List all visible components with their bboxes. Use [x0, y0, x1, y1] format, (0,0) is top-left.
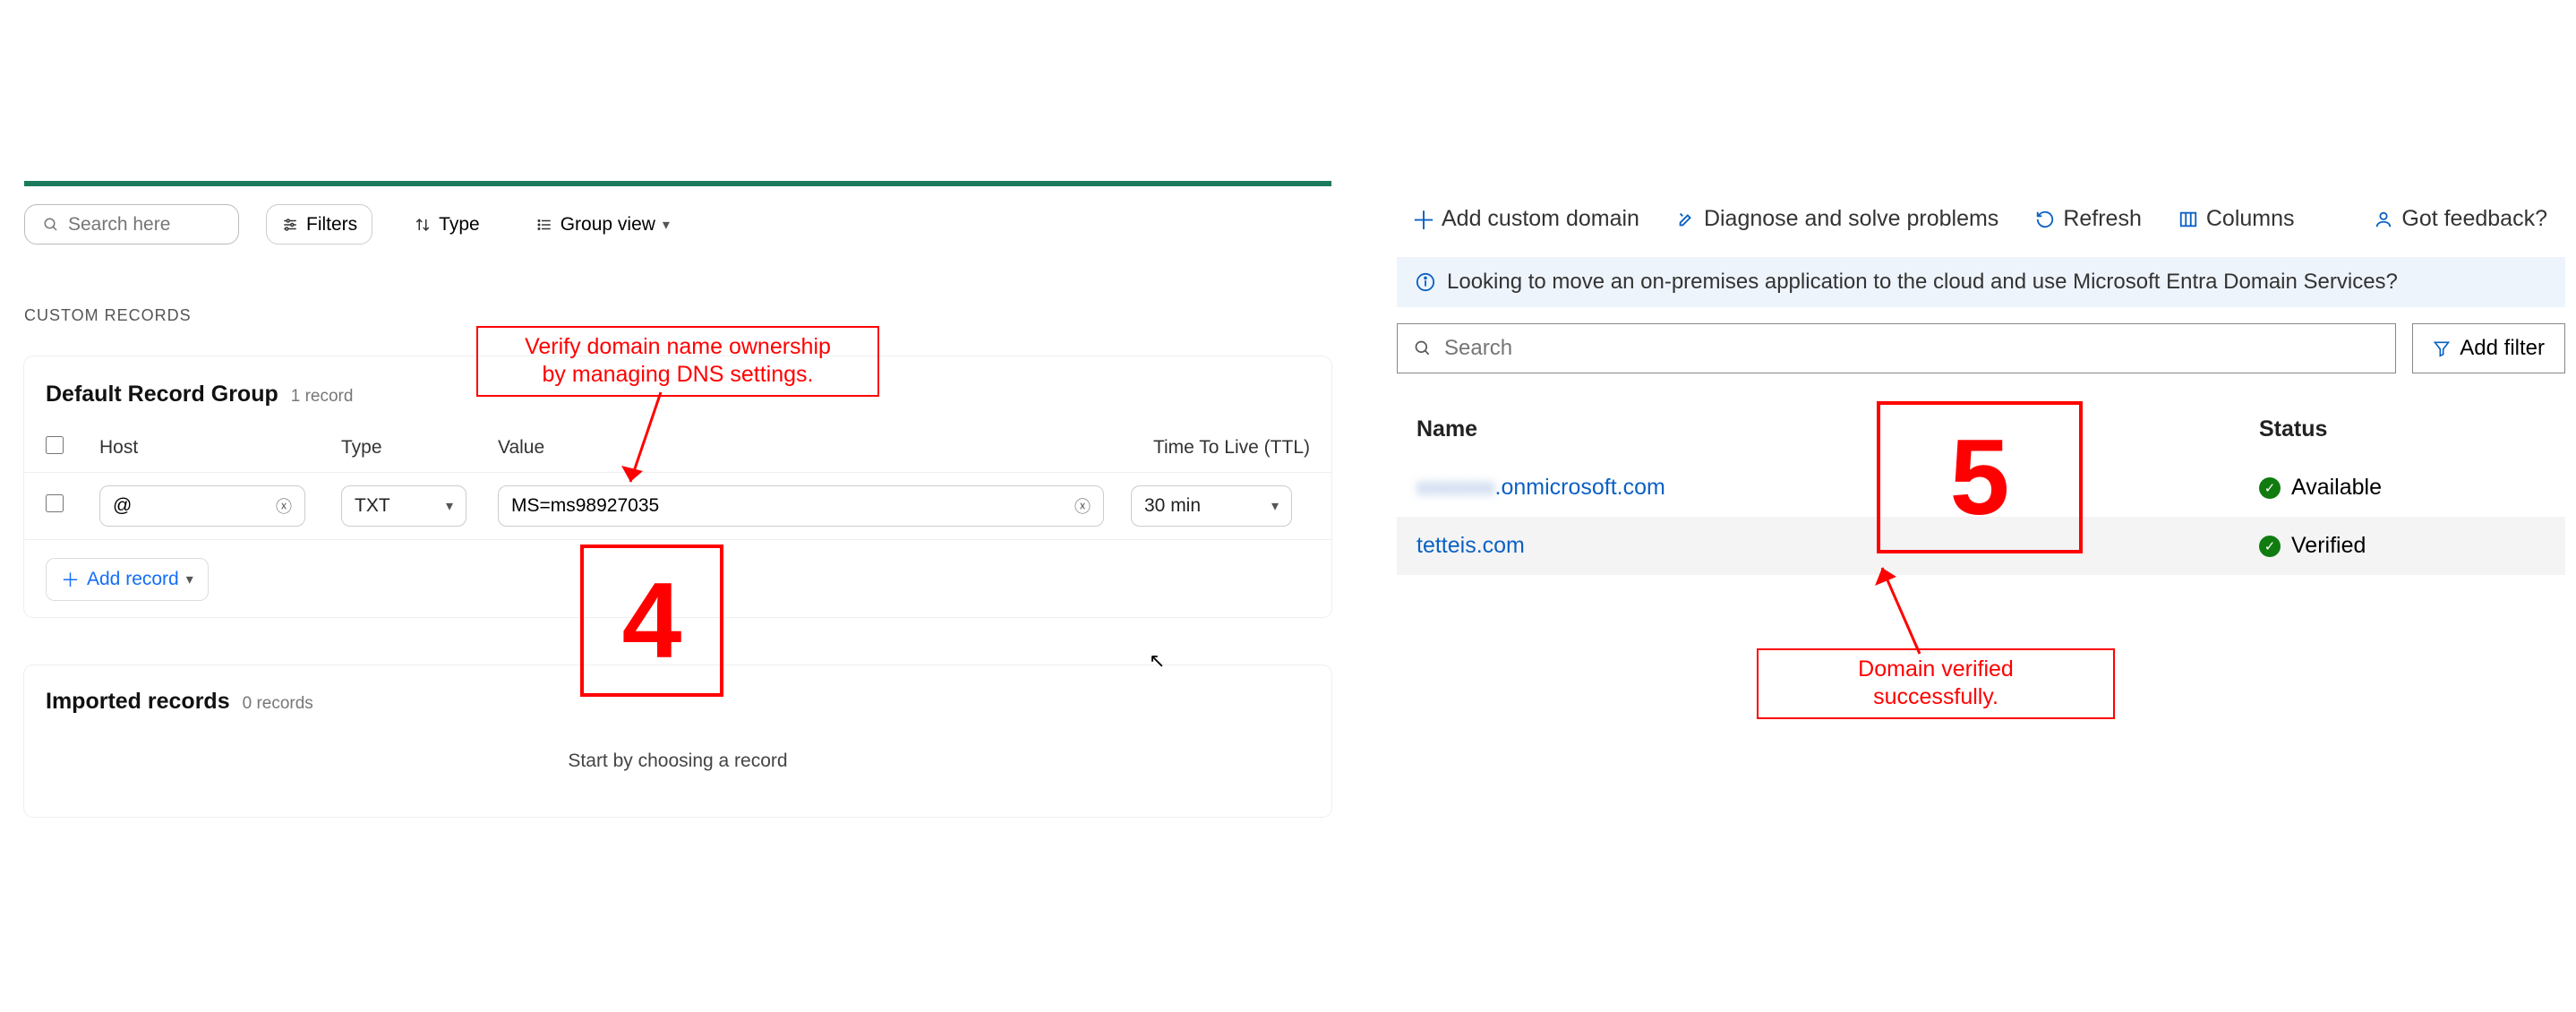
- plus-icon: ＋: [61, 566, 80, 593]
- domain-name-cell[interactable]: xxxxxxx.onmicrosoft.com: [1416, 475, 2259, 501]
- chevron-down-icon: ▾: [186, 570, 193, 588]
- check-icon: ✓: [2259, 477, 2281, 499]
- cursor-icon: ↖: [1149, 649, 1165, 673]
- search-input[interactable]: [68, 214, 220, 236]
- azure-domains-panel: ＋ Add custom domain Diagnose and solve p…: [1397, 197, 2565, 575]
- ttl-value: 30 min: [1144, 495, 1201, 517]
- feedback-icon: [2375, 210, 2392, 228]
- domain-search-wrap[interactable]: [1397, 323, 2396, 373]
- records-header-row: Host Type Value Time To Live (TTL): [24, 424, 1331, 472]
- group-view-button[interactable]: Group view ▾: [521, 204, 684, 244]
- filters-button[interactable]: Filters: [266, 204, 372, 244]
- domain-name-cell[interactable]: tetteis.com: [1416, 533, 2259, 559]
- col-type: Type: [341, 437, 498, 459]
- search-icon: [1414, 339, 1432, 357]
- domain-name: tetteis.com: [1416, 533, 1525, 558]
- chevron-down-icon: ▾: [446, 497, 453, 515]
- status-cell: ✓ Verified: [2259, 533, 2546, 559]
- info-text: Looking to move an on-premises applicati…: [1447, 270, 2398, 295]
- tools-icon: [1677, 210, 1695, 228]
- group-count: 1 record: [291, 387, 354, 407]
- sliders-icon: [281, 216, 299, 234]
- info-banner[interactable]: Looking to move an on-premises applicati…: [1397, 257, 2565, 307]
- azure-toolbar: ＋ Add custom domain Diagnose and solve p…: [1397, 197, 2565, 241]
- status-text: Verified: [2291, 533, 2366, 559]
- chevron-down-icon: ▾: [1271, 497, 1279, 515]
- group-title: Default Record Group: [46, 382, 278, 407]
- group-view-label: Group view: [561, 214, 655, 236]
- columns-icon: [2179, 210, 2197, 228]
- record-row: ⓧ TXT ▾ ⓧ 30 min ▾: [24, 472, 1331, 540]
- type-value: TXT: [355, 495, 390, 517]
- clear-icon[interactable]: ⓧ: [276, 494, 292, 518]
- feedback-label: Got feedback?: [2401, 206, 2547, 232]
- domain-prefix-blurred: xxxxxxx: [1416, 475, 1495, 500]
- sort-icon: [414, 216, 432, 234]
- filters-label: Filters: [306, 214, 357, 236]
- annotation-4-text: Verify domain name ownership by managing…: [476, 326, 879, 397]
- select-all-checkbox[interactable]: [46, 436, 64, 454]
- funnel-icon: [2433, 339, 2451, 357]
- row-checkbox[interactable]: [46, 494, 64, 512]
- annotation-5-text: Domain verified successfully.: [1757, 648, 2115, 719]
- value-input[interactable]: [511, 495, 1074, 517]
- col-host: Host: [99, 437, 341, 459]
- col-status: Status: [2259, 416, 2546, 442]
- diagnose-button[interactable]: Diagnose and solve problems: [1677, 206, 1998, 232]
- value-input-wrap[interactable]: ⓧ: [498, 485, 1104, 527]
- type-button[interactable]: Type: [399, 204, 494, 244]
- search-input-wrap[interactable]: [24, 204, 239, 244]
- imported-count: 0 records: [243, 694, 313, 714]
- records-toolbar: Filters Type Group view ▾: [24, 204, 684, 244]
- add-custom-domain-button[interactable]: ＋ Add custom domain: [1415, 206, 1639, 232]
- type-label: Type: [439, 214, 480, 236]
- col-name: Name: [1416, 416, 2259, 442]
- status-text: Available: [2291, 475, 2382, 501]
- col-value: Value: [498, 437, 1131, 459]
- col-ttl: Time To Live (TTL): [1131, 437, 1310, 459]
- add-filter-label: Add filter: [2460, 336, 2545, 361]
- feedback-button[interactable]: Got feedback?: [2375, 206, 2547, 232]
- host-input[interactable]: [113, 495, 276, 517]
- info-icon: [1416, 273, 1434, 291]
- header-accent-bar: [24, 181, 1331, 186]
- domain-suffix: .onmicrosoft.com: [1495, 475, 1665, 500]
- host-input-wrap[interactable]: ⓧ: [99, 485, 305, 527]
- check-icon: ✓: [2259, 536, 2281, 557]
- status-cell: ✓ Available: [2259, 475, 2546, 501]
- ttl-select[interactable]: 30 min ▾: [1131, 485, 1292, 527]
- refresh-icon: [2036, 210, 2054, 228]
- imported-title: Imported records: [46, 689, 230, 715]
- clear-icon[interactable]: ⓧ: [1074, 494, 1091, 518]
- domain-search-input[interactable]: [1444, 336, 2379, 361]
- columns-button[interactable]: Columns: [2179, 206, 2295, 232]
- add-label: Add custom domain: [1442, 206, 1639, 232]
- add-record-button[interactable]: ＋ Add record ▾: [46, 558, 209, 601]
- type-select[interactable]: TXT ▾: [341, 485, 466, 527]
- search-icon: [43, 216, 59, 234]
- search-filter-row: Add filter: [1397, 323, 2565, 373]
- custom-records-heading: CUSTOM RECORDS: [24, 306, 192, 325]
- add-filter-button[interactable]: Add filter: [2412, 323, 2565, 373]
- plus-icon: ＋: [1415, 210, 1433, 228]
- columns-label: Columns: [2206, 206, 2295, 232]
- refresh-label: Refresh: [2063, 206, 2142, 232]
- refresh-button[interactable]: Refresh: [2036, 206, 2142, 232]
- imported-hint: Start by choosing a record: [46, 750, 1310, 772]
- diagnose-label: Diagnose and solve problems: [1704, 206, 1998, 232]
- add-record-label: Add record: [87, 569, 179, 590]
- annotation-4-number: 4: [580, 545, 723, 697]
- list-icon: [535, 216, 553, 234]
- annotation-5-number: 5: [1877, 401, 2083, 553]
- chevron-down-icon: ▾: [663, 216, 670, 234]
